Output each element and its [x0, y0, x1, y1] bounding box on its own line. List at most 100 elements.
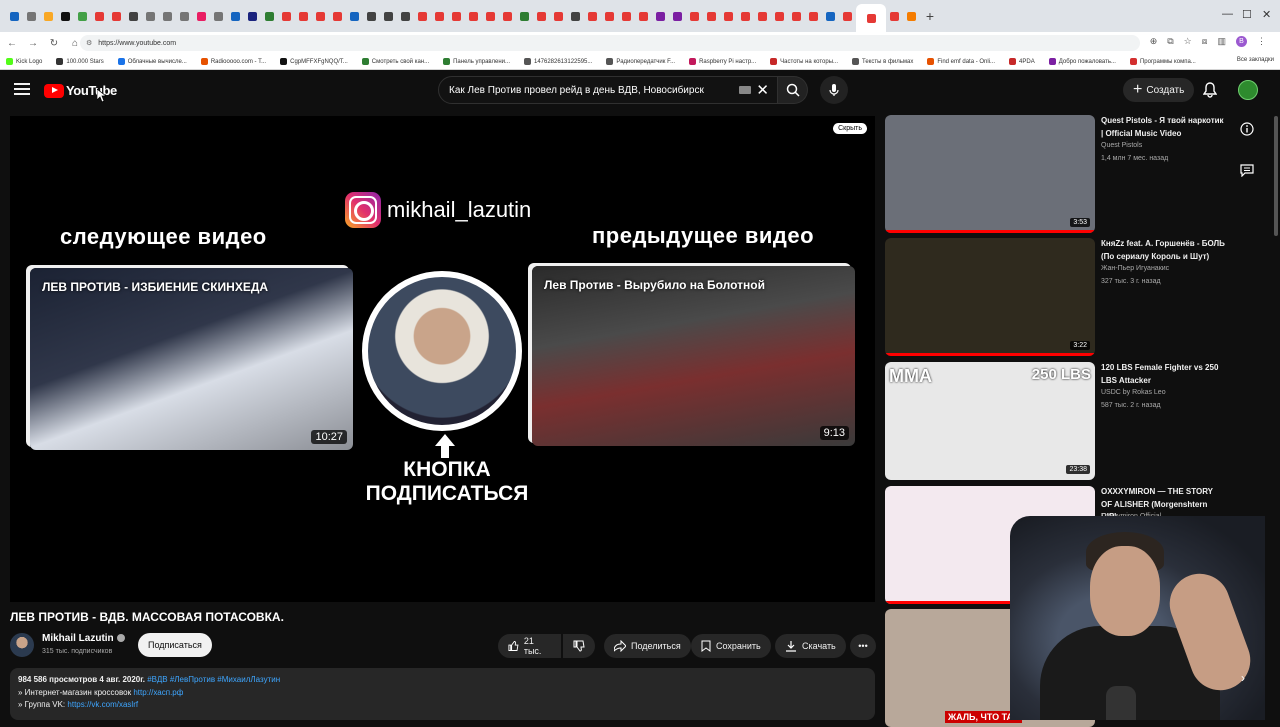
channel-name[interactable]: Mikhail Lazutin — [42, 633, 125, 644]
keyboard-icon[interactable] — [739, 86, 751, 94]
zoom-icon[interactable]: ⊕ — [1150, 36, 1158, 47]
save-button[interactable]: Сохранить — [691, 634, 771, 658]
browser-tab[interactable] — [516, 5, 533, 27]
maximize-icon[interactable]: ☐ — [1242, 8, 1252, 21]
address-bar[interactable]: ⚙ https://www.youtube.com — [80, 35, 1140, 51]
browser-tab[interactable] — [261, 5, 278, 27]
channel-name[interactable]: Quest Pistols — [1101, 142, 1142, 149]
shop-link[interactable]: http://хасп.рф — [133, 688, 183, 697]
browser-tab[interactable] — [886, 5, 903, 27]
info-icon[interactable] — [1240, 122, 1254, 141]
bookmark-item[interactable]: Облачные вычисле... — [117, 58, 187, 65]
subscribe-avatar-button[interactable] — [362, 271, 522, 431]
browser-tab[interactable] — [686, 5, 703, 27]
browser-tab[interactable] — [125, 5, 142, 27]
browser-tab[interactable] — [312, 5, 329, 27]
minimize-icon[interactable]: — — [1222, 8, 1233, 20]
video-title[interactable]: Quest Pistols - Я твой наркотик | Offici… — [1101, 115, 1225, 140]
browser-tab[interactable] — [499, 5, 516, 27]
bookmark-item[interactable]: CgpMFFXFgNQQ/T... — [280, 58, 348, 65]
hide-endscreen-button[interactable]: Скрыть — [833, 123, 867, 134]
dislike-button[interactable] — [563, 634, 595, 658]
video-player[interactable]: Скрыть mikhail_lazutin следующее видео п… — [10, 116, 875, 602]
video-title[interactable]: 120 LBS Female Fighter vs 250 LBS Attack… — [1101, 362, 1225, 387]
browser-tab[interactable] — [652, 5, 669, 27]
browser-tab[interactable] — [550, 5, 567, 27]
browser-tab[interactable] — [805, 5, 822, 27]
sidebar-icon[interactable]: ▥ — [1217, 36, 1226, 47]
bookmark-item[interactable]: Find emf data - Onli... — [927, 58, 995, 65]
browser-tab[interactable] — [40, 5, 57, 27]
endscreen-prev-video[interactable]: Лев Против - Вырубило на Болотной 9:13 — [532, 266, 855, 446]
all-bookmarks[interactable]: Все закладки — [1237, 57, 1274, 63]
download-button[interactable]: Скачать — [775, 634, 846, 658]
browser-tab[interactable] — [278, 5, 295, 27]
search-input[interactable]: Как Лев Против провел рейд в день ВДВ, Н… — [438, 76, 778, 104]
browser-tab[interactable] — [210, 5, 227, 27]
browser-tab[interactable] — [669, 5, 686, 27]
browser-tab[interactable] — [856, 4, 886, 32]
browser-tab[interactable] — [584, 5, 601, 27]
hamburger-menu-icon[interactable] — [14, 83, 30, 98]
description-box[interactable]: 984 586 просмотров 4 авг. 2020г. #ВДВ #Л… — [10, 668, 875, 720]
browser-tab[interactable] — [601, 5, 618, 27]
browser-tab[interactable] — [737, 5, 754, 27]
account-avatar[interactable] — [1238, 80, 1258, 100]
menu-dots-icon[interactable]: ⋮ — [1257, 36, 1266, 47]
browser-tab[interactable] — [295, 5, 312, 27]
recommended-video[interactable]: MMA 250 LBS 23:38 120 LBS Female Fighter vs… — [885, 362, 1265, 480]
bookmark-item[interactable]: Добро пожаловать... — [1048, 58, 1116, 65]
like-button[interactable]: 21 тыс. — [498, 634, 561, 658]
hashtags[interactable]: #ВДВ #ЛевПротив #МихаилЛазутин — [147, 675, 280, 684]
browser-tab[interactable] — [91, 5, 108, 27]
bookmark-item[interactable]: 100.000 Stars — [56, 58, 104, 65]
channel-name[interactable]: USDC by Rokas Leo — [1101, 389, 1166, 396]
extensions-icon[interactable]: ⧈ — [1202, 36, 1208, 47]
reload-icon[interactable]: ↻ — [45, 38, 63, 49]
video-thumbnail[interactable]: MMA 250 LBS 23:38 — [885, 362, 1095, 480]
browser-tab[interactable] — [903, 5, 920, 27]
browser-tab[interactable] — [23, 5, 40, 27]
browser-tab[interactable] — [108, 5, 125, 27]
notifications-bell-icon[interactable] — [1202, 82, 1218, 103]
browser-tab[interactable] — [771, 5, 788, 27]
video-title[interactable]: КняZz feat. А. Горшенёв - БОЛЬ (По сериа… — [1101, 238, 1225, 263]
bookmark-item[interactable]: Программы компа... — [1129, 58, 1196, 65]
recommended-video[interactable]: 3:22 КняZz feat. А. Горшенёв - БОЛЬ (По с… — [885, 238, 1265, 356]
video-thumbnail[interactable]: 3:22 — [885, 238, 1095, 356]
share-button[interactable]: Поделиться — [604, 634, 691, 658]
bookmark-item[interactable]: Частоты на которы... — [770, 58, 838, 65]
browser-tab[interactable] — [754, 5, 771, 27]
browser-tab[interactable] — [482, 5, 499, 27]
browser-tab[interactable] — [414, 5, 431, 27]
chevron-right-icon[interactable]: › — [1241, 671, 1245, 685]
site-info-icon[interactable]: ⚙ — [86, 39, 92, 47]
browser-tab[interactable] — [465, 5, 482, 27]
bookmark-item[interactable]: 1476282613122595... — [523, 58, 592, 65]
recommended-video[interactable]: 3:53 Quest Pistols - Я твой наркотик | Of… — [885, 115, 1265, 233]
browser-tab[interactable] — [329, 5, 346, 27]
browser-tab[interactable] — [346, 5, 363, 27]
bookmark-item[interactable]: Панель управлени... — [443, 58, 510, 65]
browser-tab[interactable] — [533, 5, 550, 27]
browser-tab[interactable] — [176, 5, 193, 27]
browser-tab[interactable] — [635, 5, 652, 27]
clear-search-icon[interactable]: ✕ — [756, 81, 769, 99]
voice-search-button[interactable] — [820, 76, 848, 104]
bookmark-item[interactable]: Тексты в фильмах — [852, 58, 913, 65]
endscreen-next-video[interactable]: ЛЕВ ПРОТИВ - ИЗБИЕНИЕ СКИНХЕДА 10:27 — [30, 268, 353, 450]
bookmark-star-icon[interactable]: ☆ — [1184, 36, 1192, 47]
browser-tab[interactable] — [74, 5, 91, 27]
more-actions-button[interactable]: ••• — [850, 634, 876, 658]
browser-tab[interactable] — [839, 5, 856, 27]
bookmark-item[interactable]: Смотреть свой кан... — [361, 58, 429, 65]
browser-tab[interactable] — [703, 5, 720, 27]
back-icon[interactable]: ← — [3, 38, 21, 49]
browser-tab[interactable] — [193, 5, 210, 27]
install-icon[interactable]: ⧉ — [1167, 36, 1173, 47]
browser-tab[interactable] — [720, 5, 737, 27]
channel-name[interactable]: Жан-Пьер Игуанакис — [1101, 265, 1169, 272]
bookmark-item[interactable]: Raspberry Pi настр... — [689, 58, 756, 65]
sidebar-scrollbar[interactable] — [1274, 116, 1278, 236]
search-button[interactable] — [778, 76, 808, 104]
